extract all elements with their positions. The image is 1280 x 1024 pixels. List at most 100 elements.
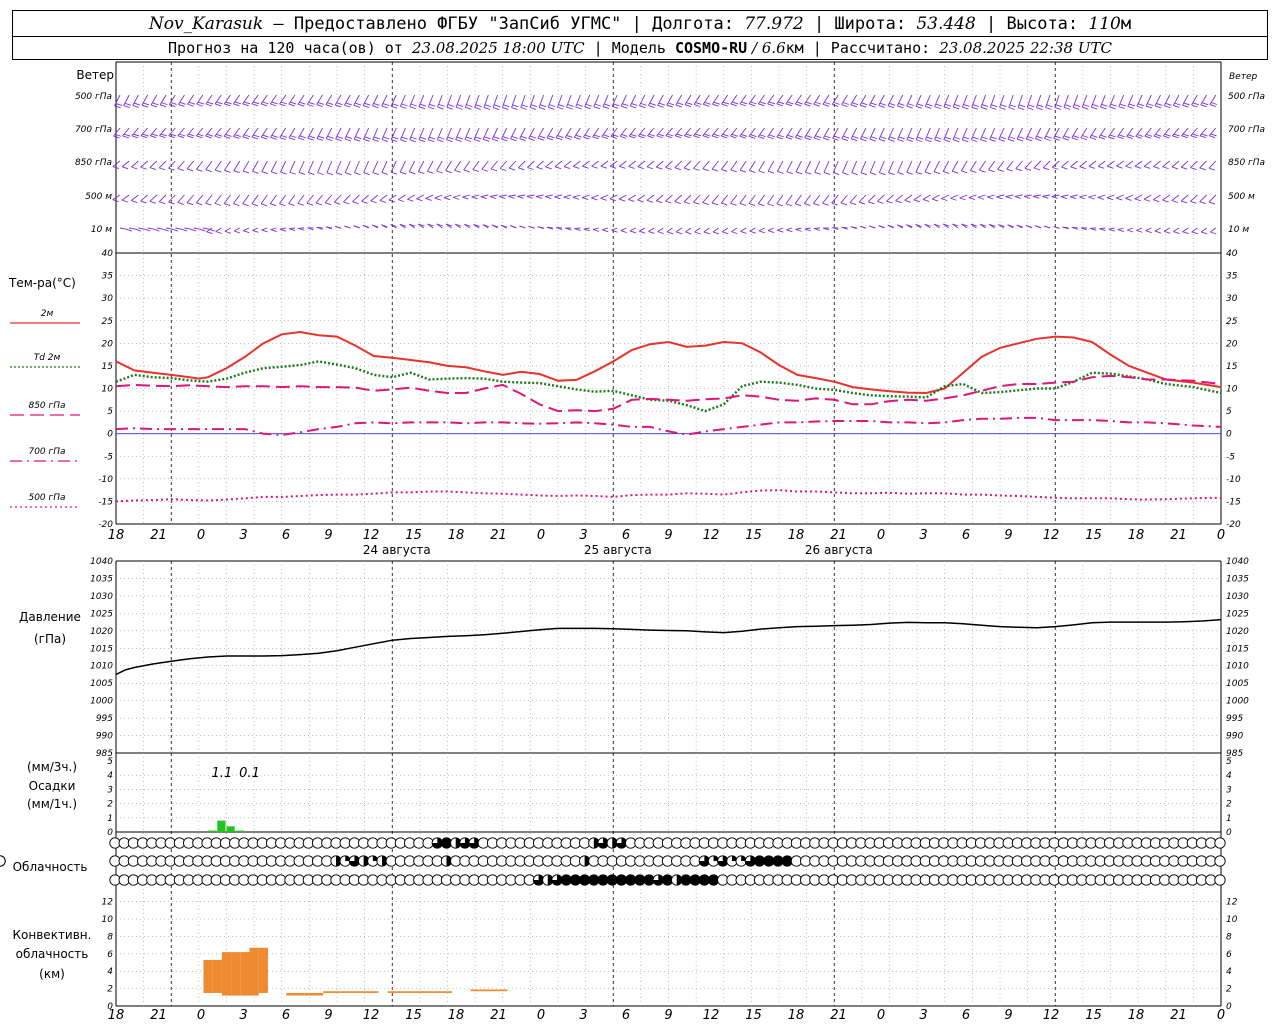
wind-level-label-left: 850 гПа (75, 158, 112, 168)
wind-barb-staff (233, 227, 240, 232)
convective-cloud-bar (406, 991, 416, 993)
wind-barb-flag (592, 136, 599, 140)
wind-barb-flag (317, 102, 325, 105)
wind-barb-staff (202, 227, 209, 230)
wind-barb-flag (1082, 106, 1089, 110)
temp-xtick: 3 (919, 528, 927, 543)
wind-barb-flag (502, 107, 509, 110)
wind-barb-flag (489, 196, 497, 199)
wind-barb-flag (382, 103, 390, 106)
wind-barb-staff (526, 194, 535, 197)
wind-barb-flag (186, 135, 194, 139)
wind-barb-flag (447, 136, 454, 140)
wind-barb-flag (455, 139, 462, 143)
wind-barb-staff (1153, 160, 1161, 167)
wind-barb-flag (317, 172, 324, 176)
wind-barb-flag (519, 225, 526, 229)
wind-barb-flag (1136, 134, 1144, 137)
wind-barb-flag (683, 167, 691, 171)
wind-barb-flag (511, 107, 518, 110)
wind-barb-staff (260, 194, 268, 205)
wind-barb-staff (795, 227, 802, 230)
wind-barb-flag (621, 105, 628, 109)
wind-barb-staff (445, 160, 452, 171)
wind-barb-flag (972, 104, 979, 107)
wind-barb-flag (665, 135, 673, 139)
temp-ytick-left: 30 (102, 294, 114, 304)
wind-barb-flag (434, 197, 441, 201)
wind-barb-staff (443, 194, 452, 199)
temp-xtick: 12 (1043, 528, 1060, 543)
wind-barb-flag (1190, 200, 1197, 204)
wind-barb-flag (1125, 165, 1132, 169)
wind-barb-flag (943, 139, 950, 143)
wind-barb-flag (941, 198, 948, 202)
wind-barb-flag (1118, 106, 1125, 110)
wind-barb-flag (1145, 105, 1153, 109)
wind-barb-flag (1063, 106, 1071, 110)
wind-barb-flag (889, 136, 896, 140)
wind-barb-staff (140, 160, 148, 168)
temp-ytick-left: 15 (102, 362, 114, 372)
wind-barb-flag (493, 104, 501, 108)
wind-barb-flag (1045, 135, 1052, 139)
wind-barb-flag (824, 135, 831, 139)
wind-barb-flag (870, 102, 877, 106)
temp-ytick-right: 10 (1226, 385, 1238, 395)
wind-barb-flag (795, 136, 802, 140)
wind-barb-flag (859, 104, 867, 108)
wind-barb-flag (1063, 135, 1071, 139)
wind-barb-flag (326, 172, 333, 176)
wind-barb-staff (851, 160, 858, 173)
wind-barb-flag (950, 197, 957, 201)
wind-barb-flag (197, 133, 204, 137)
wind-barb-flag (674, 135, 682, 139)
wind-level-label-right: 500 м (1228, 192, 1255, 202)
temp-title: Тем-ра(°C) (8, 276, 76, 290)
wind-barb-flag (1026, 138, 1033, 142)
wind-barb-flag (446, 106, 453, 110)
wind-barb-flag (879, 102, 887, 106)
wind-barb-flag (1083, 104, 1090, 107)
wind-barb-staff (280, 160, 287, 173)
wind-barb-flag (159, 167, 166, 171)
wind-barb-flag (1201, 133, 1208, 137)
wind-barb-staff (1153, 194, 1161, 201)
wind-barb-flag (777, 229, 784, 233)
wind-barb-flag (703, 103, 710, 107)
wind-barb-flag (373, 102, 380, 106)
wind-barb-flag (325, 104, 333, 108)
wind-barb-flag (1036, 107, 1043, 110)
temp-xtick: 21 (1170, 528, 1187, 543)
wind-barb-staff (1199, 194, 1207, 203)
wind-barb-flag (372, 105, 379, 109)
wind-barbs-layer (112, 94, 1218, 235)
wind-barb-staff (858, 194, 867, 203)
wind-barb-flag (1054, 135, 1061, 139)
wind-barb-staff (168, 194, 176, 203)
wind-barb-flag (674, 167, 681, 171)
wind-barb-flag (898, 103, 905, 106)
wind-barb-staff (131, 160, 139, 168)
wind-level-label-right: 500 гПа (1228, 92, 1265, 102)
wind-barb-flag (400, 105, 407, 109)
wind-barb-staff (988, 160, 996, 171)
wind-barb-flag (262, 101, 269, 105)
wind-barb-flag (1088, 196, 1095, 200)
wind-barb-flag (629, 230, 637, 234)
wind-barb-flag (243, 230, 250, 234)
wind-barb-flag (989, 139, 996, 142)
wind-barb-flag (499, 168, 507, 171)
wind-barb-flag (225, 134, 232, 137)
wind-barb-flag (114, 105, 121, 109)
wind-barb-staff (757, 194, 765, 204)
wind-barb-flag (593, 106, 601, 110)
wind-barb-staff (1190, 194, 1198, 202)
wind-barb-staff (471, 194, 480, 198)
temp-ytick-left: 35 (102, 272, 114, 282)
wind-barb-flag (1072, 106, 1080, 110)
wind-barb-staff (242, 160, 250, 172)
wind-barb-flag (787, 101, 794, 105)
wind-barb-flag (758, 136, 765, 139)
wind-barb-staff (1023, 194, 1032, 197)
